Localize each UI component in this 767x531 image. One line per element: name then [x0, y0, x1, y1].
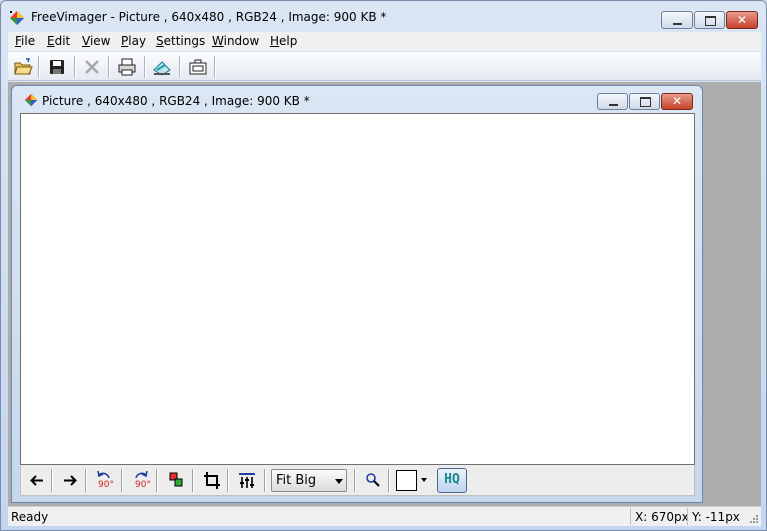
- color-swatch: [396, 470, 417, 491]
- toolbar-separator: [179, 56, 181, 78]
- status-x-coordinate: X: 670px: [630, 508, 689, 525]
- document-close-button[interactable]: ✕: [661, 93, 693, 110]
- menu-settings[interactable]: Settings: [156, 34, 205, 48]
- toolbar-separator: [51, 469, 53, 492]
- maximize-button[interactable]: [694, 11, 725, 29]
- menu-window[interactable]: Window: [212, 34, 259, 48]
- status-bar: Ready X: 670px Y: -11px: [8, 506, 761, 526]
- zoom-select-value: Fit Big: [276, 473, 317, 488]
- minimize-icon: [608, 104, 618, 106]
- toolbar-separator: [192, 469, 194, 492]
- toolbar-separator: [214, 56, 216, 78]
- document-title: Picture , 640x480 , RGB24 , Image: 900 K…: [42, 94, 310, 108]
- print-icon[interactable]: [116, 56, 138, 78]
- zoom-magnifier-icon[interactable]: [361, 469, 385, 492]
- rotate-cw-label: 90°: [135, 480, 151, 490]
- background-color-picker[interactable]: [395, 469, 431, 492]
- menu-bar: File Edit View Play Settings Window Help: [8, 32, 761, 51]
- chevron-down-icon: [335, 479, 343, 484]
- rotate-cw-button[interactable]: 90°: [128, 469, 152, 492]
- rotate-ccw-label: 90°: [98, 480, 114, 490]
- toolbar-separator: [38, 56, 40, 78]
- crop-icon[interactable]: [200, 469, 224, 492]
- toolbar-separator: [144, 56, 146, 78]
- maximize-icon: [704, 16, 716, 26]
- open-folder-icon[interactable]: [12, 56, 34, 78]
- toolbar-separator: [108, 56, 110, 78]
- previous-arrow-icon[interactable]: [25, 469, 49, 492]
- rotate-ccw-button[interactable]: 90°: [93, 469, 117, 492]
- toolbar-separator: [74, 56, 76, 78]
- capture-icon[interactable]: [187, 56, 209, 78]
- image-canvas[interactable]: [20, 113, 695, 465]
- document-window: Picture , 640x480 , RGB24 , Image: 900 K…: [11, 85, 703, 503]
- view-toolbar: 90° 90° Fit Big HQ: [20, 465, 695, 496]
- toolbar-separator: [85, 469, 87, 492]
- document-maximize-button[interactable]: [629, 93, 660, 110]
- app-window: FreeVimager - Picture , 640x480 , RGB24 …: [0, 0, 767, 531]
- app-logo-icon: [10, 11, 24, 25]
- document-icon: [24, 93, 38, 107]
- next-arrow-icon[interactable]: [58, 469, 82, 492]
- main-toolbar: [8, 52, 761, 81]
- restore-icon: [639, 97, 651, 107]
- window-title: FreeVimager - Picture , 640x480 , RGB24 …: [31, 10, 387, 24]
- toolbar-separator: [388, 469, 390, 492]
- status-text: Ready: [11, 510, 49, 524]
- close-button[interactable]: ✕: [726, 11, 758, 29]
- status-y-coordinate: Y: -11px: [687, 508, 747, 525]
- chevron-down-icon: [421, 478, 427, 482]
- menu-play[interactable]: Play: [121, 34, 146, 48]
- menu-file[interactable]: File: [15, 34, 35, 48]
- zoom-select[interactable]: Fit Big: [271, 469, 347, 492]
- resize-grip-icon[interactable]: [749, 514, 759, 524]
- levels-icon[interactable]: [235, 469, 259, 492]
- menu-edit[interactable]: Edit: [47, 34, 70, 48]
- close-icon: ✕: [671, 94, 683, 108]
- close-icon: ✕: [736, 13, 748, 27]
- delete-icon[interactable]: [81, 56, 103, 78]
- save-icon[interactable]: [46, 56, 68, 78]
- minimize-button[interactable]: [661, 11, 693, 29]
- toolbar-separator: [156, 469, 158, 492]
- toolbar-separator: [264, 469, 266, 492]
- document-minimize-button[interactable]: [597, 93, 628, 110]
- toolbar-separator: [227, 469, 229, 492]
- hq-toggle-button[interactable]: HQ: [437, 468, 467, 493]
- minimize-icon: [673, 23, 682, 25]
- title-bar[interactable]: FreeVimager - Picture , 640x480 , RGB24 …: [1, 1, 767, 33]
- menu-view[interactable]: View: [82, 34, 110, 48]
- menu-help[interactable]: Help: [270, 34, 297, 48]
- toolbar-separator: [121, 469, 123, 492]
- color-adjust-icon[interactable]: [164, 469, 188, 492]
- scan-icon[interactable]: [151, 56, 173, 78]
- toolbar-separator: [354, 469, 356, 492]
